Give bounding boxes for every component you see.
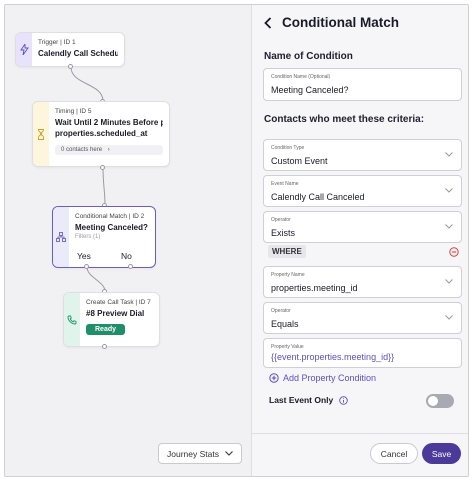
timing-out-port[interactable] — [100, 165, 105, 170]
condition-panel: Conditional Match Name of Condition Cond… — [251, 5, 468, 476]
plus-circle-icon — [269, 373, 279, 383]
chevron-down-icon — [445, 152, 453, 157]
contacts-arrow-icon: › — [107, 147, 110, 153]
condition-type-select[interactable]: Condition Type Custom Event — [263, 139, 462, 171]
call-task-node[interactable]: Create Call Task | ID 7 #8 Preview Dial … — [63, 292, 160, 347]
lightning-icon — [19, 44, 29, 55]
add-property-condition-label: Add Property Condition — [283, 373, 377, 383]
panel-title: Conditional Match — [282, 15, 399, 30]
condition-type-value: Custom Event — [271, 156, 328, 166]
property-name-value: properties.meeting_id — [271, 283, 358, 293]
info-icon[interactable] — [339, 395, 348, 405]
contacts-count: 0 contacts here — [61, 147, 103, 153]
branch-icon — [56, 232, 66, 242]
back-chevron-icon[interactable] — [264, 16, 272, 29]
property-operator-select[interactable]: Operator Equals — [263, 302, 462, 334]
save-button[interactable]: Save — [422, 443, 461, 464]
property-value-label: Property Value — [271, 344, 304, 350]
property-operator-value: Equals — [271, 319, 299, 329]
timing-title-2: properties.scheduled_at — [55, 129, 148, 138]
property-value-field[interactable]: Property Value {{event.properties.meetin… — [263, 338, 462, 368]
ready-badge: Ready — [86, 324, 126, 335]
chevron-down-icon — [445, 315, 453, 320]
operator-select[interactable]: Operator Exists — [263, 211, 462, 243]
cancel-button[interactable]: Cancel — [370, 443, 418, 464]
chevron-down-icon — [445, 279, 453, 284]
chevron-down-icon — [445, 188, 453, 193]
call-task-title: #8 Preview Dial — [86, 309, 145, 318]
journey-canvas[interactable]: Trigger | ID 1 Calendly Call Scheduled T… — [5, 5, 251, 476]
no-port[interactable] — [128, 264, 133, 269]
minus-circle-icon[interactable] — [449, 246, 459, 257]
call-task-meta: Create Call Task | ID 7 — [86, 299, 151, 306]
condition-name-label: Condition Name (Optional) — [271, 74, 331, 80]
app-frame: Trigger | ID 1 Calendly Call Scheduled T… — [4, 4, 469, 477]
condition-filters: Filters (1) — [75, 234, 101, 240]
property-name-label: Property Name — [271, 272, 305, 278]
timing-meta: Timing | ID 5 — [55, 108, 92, 115]
no-branch-label: No — [121, 251, 132, 261]
condition-title: Meeting Canceled? — [75, 223, 148, 232]
yes-port[interactable] — [84, 264, 89, 269]
trigger-out-port[interactable] — [68, 64, 73, 69]
condition-type-label: Condition Type — [271, 145, 305, 151]
call-task-strip — [64, 293, 80, 346]
chevron-down-icon — [225, 451, 233, 456]
hourglass-icon — [38, 128, 44, 140]
last-event-label: Last Event Only — [269, 395, 334, 405]
condition-meta: Conditional Match | ID 2 — [75, 213, 145, 220]
condition-node[interactable]: Conditional Match | ID 2 Meeting Cancele… — [52, 206, 156, 268]
criteria-section-heading: Contacts who meet these criteria: — [264, 114, 425, 125]
journey-stats-label: Journey Stats — [167, 448, 219, 459]
chevron-down-icon — [445, 224, 453, 229]
property-name-select[interactable]: Property Name properties.meeting_id — [263, 266, 462, 298]
condition-name-value[interactable]: Meeting Canceled? — [271, 85, 349, 95]
condition-strip — [53, 207, 69, 267]
trigger-strip — [16, 33, 32, 66]
toggle-knob — [428, 396, 438, 406]
contacts-chip[interactable]: 0 contacts here › — [55, 145, 163, 155]
where-label: WHERE — [268, 245, 306, 258]
add-property-condition-button[interactable]: Add Property Condition — [269, 373, 376, 383]
event-name-value: Calendly Call Canceled — [271, 192, 365, 202]
event-name-label: Event Name — [271, 181, 299, 187]
footer-divider — [252, 433, 468, 434]
name-section-heading: Name of Condition — [264, 51, 353, 62]
where-row: WHERE — [268, 245, 459, 258]
event-name-select[interactable]: Event Name Calendly Call Canceled — [263, 175, 462, 207]
phone-icon — [67, 315, 77, 324]
last-event-toggle[interactable] — [426, 394, 454, 408]
timing-strip — [33, 102, 49, 166]
timing-node[interactable]: Timing | ID 5 Wait Until 2 Minutes Befor… — [32, 101, 170, 167]
timing-title: Wait Until 2 Minutes Before p — [55, 118, 163, 127]
panel-header: Conditional Match — [264, 15, 399, 30]
yes-branch-label: Yes — [77, 251, 91, 261]
operator-value: Exists — [271, 228, 296, 238]
call-task-out-port[interactable] — [102, 344, 107, 349]
trigger-node[interactable]: Trigger | ID 1 Calendly Call Scheduled — [15, 32, 125, 67]
trigger-meta: Trigger | ID 1 — [38, 39, 76, 46]
operator-label: Operator — [271, 217, 291, 223]
trigger-title: Calendly Call Scheduled — [38, 49, 118, 58]
journey-stats-dropdown[interactable]: Journey Stats — [158, 443, 242, 464]
condition-name-field[interactable]: Condition Name (Optional) Meeting Cancel… — [263, 68, 462, 101]
property-value-value[interactable]: {{event.properties.meeting_id}} — [271, 352, 394, 362]
property-operator-label: Operator — [271, 308, 291, 314]
last-event-row: Last Event Only — [269, 395, 348, 405]
